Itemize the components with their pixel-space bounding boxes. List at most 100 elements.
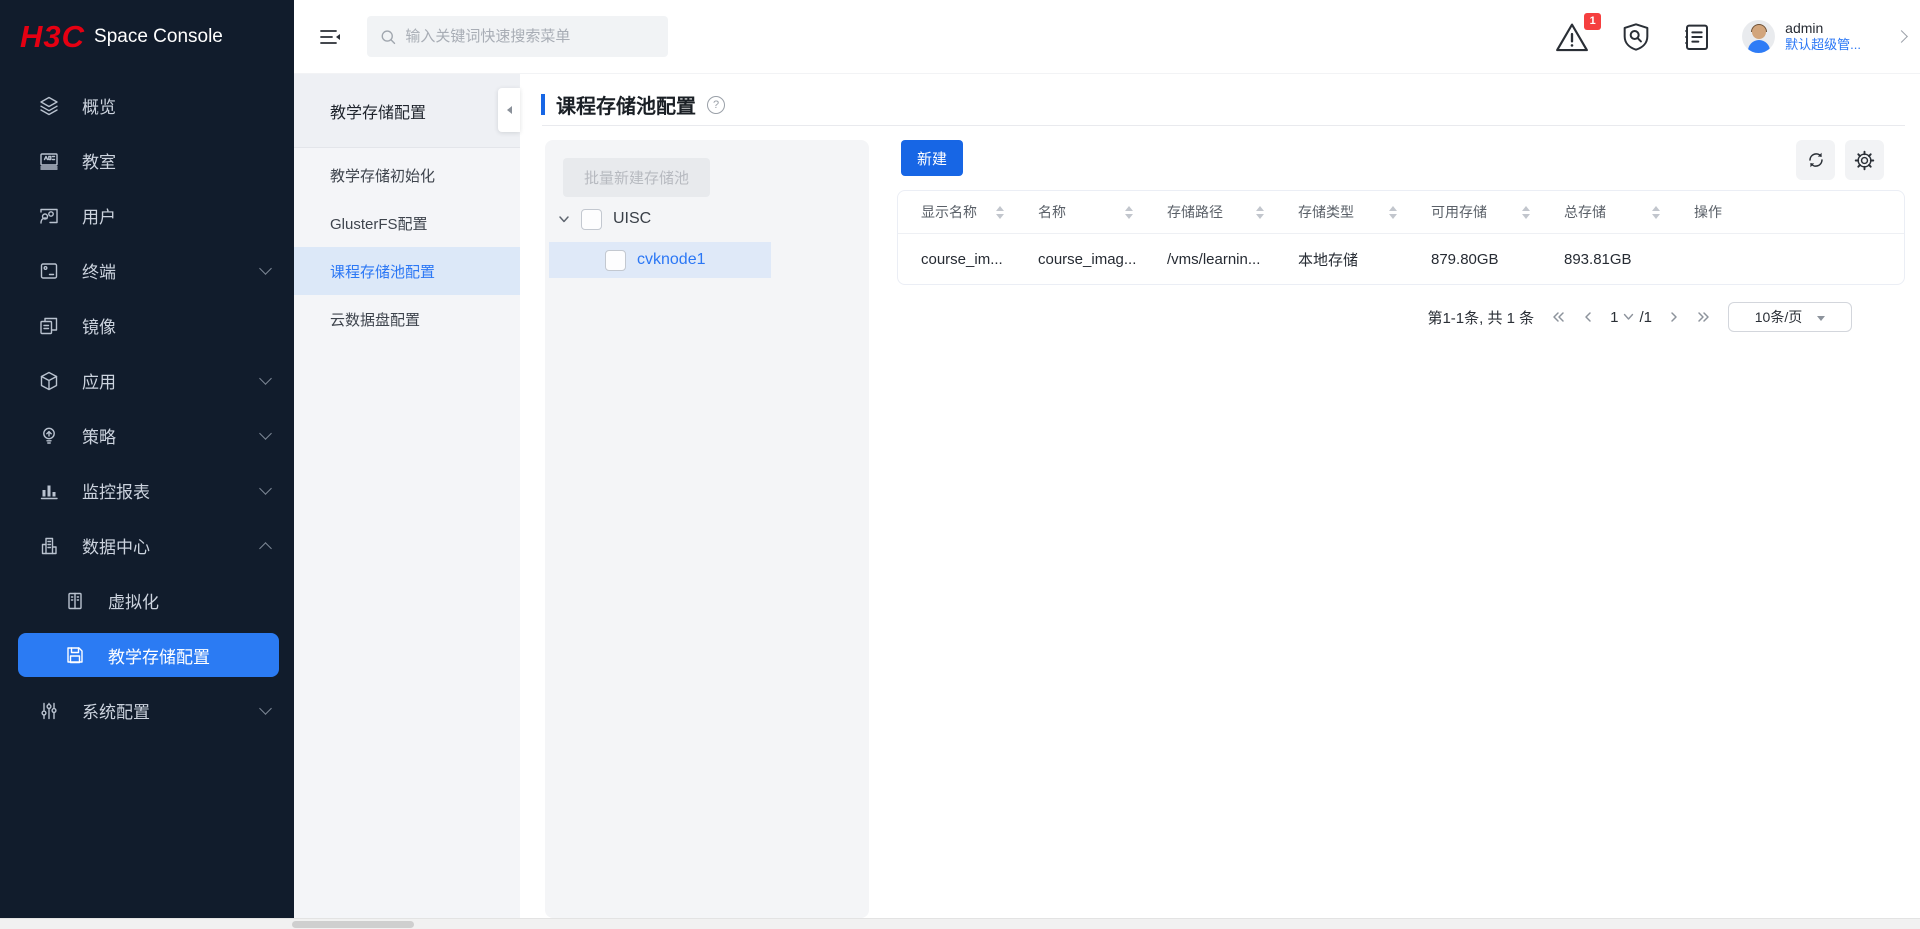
- column-header-total-storage[interactable]: 总存储: [1564, 202, 1694, 222]
- floppy-disk-icon: [64, 644, 86, 666]
- task-log-button[interactable]: [1682, 21, 1712, 53]
- alert-count-badge: 1: [1584, 12, 1602, 30]
- sidebar-item-classroom[interactable]: 教室: [0, 133, 294, 188]
- double-chevron-right-icon: [1698, 312, 1709, 322]
- terminal-icon: [38, 260, 60, 282]
- search-input[interactable]: [405, 28, 655, 45]
- checkbox[interactable]: [605, 249, 626, 271]
- submenu-item-glusterfs[interactable]: GlusterFS配置: [294, 199, 520, 247]
- user-menu[interactable]: admin 默认超级管...: [1742, 20, 1861, 54]
- column-header-storage-type[interactable]: 存储类型: [1298, 202, 1431, 222]
- primary-nav: 概览 教室 用户 终端 镜像 应用 策略 监控报表 数据中心 虚拟化 教学存储配…: [0, 74, 294, 738]
- cell-total-storage: 893.81GB: [1564, 250, 1632, 268]
- first-page-button[interactable]: [1551, 311, 1566, 323]
- sidebar-item-label: 监控报表: [82, 483, 150, 502]
- sidebar-collapse-handle[interactable]: [498, 88, 520, 132]
- sidebar-item-teaching-storage[interactable]: 教学存储配置: [18, 633, 279, 677]
- create-button[interactable]: 新建: [901, 140, 963, 176]
- sidebar-item-monitor-reports[interactable]: 监控报表: [0, 463, 294, 518]
- submenu-item-storage-init[interactable]: 教学存储初始化: [294, 151, 520, 199]
- last-page-button[interactable]: [1696, 311, 1711, 323]
- chevron-down-icon: [259, 701, 272, 715]
- primary-sidebar: H3C Space Console 概览 教室 用户 终端 镜像 应用 策略 监…: [0, 0, 294, 929]
- sort-icon[interactable]: [1125, 205, 1133, 219]
- chevron-down-icon[interactable]: [558, 213, 570, 225]
- table-row[interactable]: course_im... course_imag... /vms/learnin…: [898, 234, 1904, 284]
- sort-icon[interactable]: [996, 205, 1004, 219]
- header-divider: [542, 125, 1905, 126]
- gear-icon: [1854, 150, 1875, 170]
- submenu-title: 教学存储配置: [294, 74, 520, 148]
- app-logo: H3C Space Console: [0, 0, 294, 74]
- sort-icon[interactable]: [1256, 205, 1264, 219]
- sidebar-item-overview[interactable]: 概览: [0, 78, 294, 133]
- column-header-storage-path[interactable]: 存储路径: [1167, 202, 1298, 222]
- classroom-book-icon: [38, 150, 60, 172]
- user-role-link[interactable]: 默认超级管...: [1785, 37, 1861, 53]
- main-content: 课程存储池配置 ? 批量新建存储池 UISC cvknode1 新建 显示名称: [520, 74, 1920, 918]
- horizontal-scrollbar[interactable]: [0, 918, 1920, 929]
- sidebar-item-users[interactable]: 用户: [0, 188, 294, 243]
- page-size-select[interactable]: 10条/页: [1728, 302, 1852, 332]
- column-header-actions: 操作: [1694, 204, 1722, 220]
- sidebar-item-label: 镜像: [82, 318, 116, 337]
- table-settings-button[interactable]: [1845, 140, 1884, 180]
- cell-name: course_imag...: [1038, 250, 1137, 268]
- user-icon: [38, 205, 60, 227]
- page-title: 课程存储池配置: [556, 96, 696, 118]
- sidebar-item-applications[interactable]: 应用: [0, 353, 294, 408]
- product-name: Space Console: [94, 26, 223, 47]
- tree-node-cvknode1[interactable]: cvknode1: [549, 242, 771, 278]
- tree-node-label: UISC: [613, 210, 652, 227]
- table-actions: [1796, 140, 1884, 180]
- sidebar-item-label: 系统配置: [82, 703, 150, 722]
- chevron-right-icon: [1671, 312, 1677, 322]
- search-icon: [381, 29, 396, 44]
- sidebar-item-label: 用户: [82, 208, 116, 227]
- batch-create-pool-button[interactable]: 批量新建存储池: [563, 158, 710, 197]
- sort-icon[interactable]: [1652, 205, 1660, 219]
- sort-icon[interactable]: [1389, 205, 1397, 219]
- scrollbar-thumb[interactable]: [292, 921, 414, 928]
- checkbox[interactable]: [581, 208, 602, 230]
- host-tree-panel: 批量新建存储池 UISC cvknode1: [545, 140, 869, 918]
- submenu-item-cloud-data-disk[interactable]: 云数据盘配置: [294, 295, 520, 343]
- security-audit-button[interactable]: [1620, 21, 1652, 53]
- menu-collapse-icon[interactable]: [318, 26, 342, 48]
- alert-button[interactable]: 1: [1554, 12, 1602, 53]
- chevron-down-icon: [259, 426, 272, 440]
- refresh-button[interactable]: [1796, 140, 1835, 180]
- sidebar-item-system-config[interactable]: 系统配置: [0, 683, 294, 738]
- h3c-logo: H3C: [20, 19, 86, 54]
- sidebar-item-datacenter[interactable]: 数据中心: [0, 518, 294, 573]
- current-page: 1: [1610, 308, 1619, 326]
- sidebar-item-policy[interactable]: 策略: [0, 408, 294, 463]
- chevron-right-icon[interactable]: [1895, 30, 1908, 43]
- layers-icon: [38, 95, 60, 117]
- chevron-up-icon: [259, 541, 272, 555]
- sliders-icon: [38, 700, 60, 722]
- next-page-button[interactable]: [1669, 311, 1679, 323]
- chevron-down-icon: [259, 371, 272, 385]
- triangle-left-icon: [503, 106, 512, 114]
- sidebar-item-virtualization[interactable]: 虚拟化: [0, 573, 294, 628]
- topbar: 1 admin 默认超级管...: [294, 0, 1920, 74]
- column-header-available-storage[interactable]: 可用存储: [1431, 202, 1564, 222]
- column-header-display-name[interactable]: 显示名称: [921, 202, 1038, 222]
- page-total: /1: [1639, 308, 1652, 326]
- cell-available-storage: 879.80GB: [1431, 250, 1499, 268]
- menu-search: [367, 16, 668, 57]
- sidebar-item-terminal[interactable]: 终端: [0, 243, 294, 298]
- cell-storage-path: /vms/learnin...: [1167, 250, 1261, 268]
- page-size-value: 10条/页: [1754, 309, 1803, 325]
- sidebar-item-images[interactable]: 镜像: [0, 298, 294, 353]
- sort-icon[interactable]: [1522, 205, 1530, 219]
- current-page-dropdown[interactable]: 1 /1: [1610, 309, 1652, 326]
- submenu-item-course-storage-pool[interactable]: 课程存储池配置: [294, 247, 520, 295]
- prev-page-button[interactable]: [1583, 311, 1593, 323]
- help-icon[interactable]: ?: [707, 95, 725, 114]
- column-header-name[interactable]: 名称: [1038, 202, 1167, 222]
- tree-node-uisc[interactable]: UISC: [558, 204, 651, 234]
- storage-pool-table: 显示名称 名称 存储路径 存储类型 可用存储 总存储 操作 course_im.…: [897, 190, 1905, 285]
- title-accent-bar: [541, 94, 545, 115]
